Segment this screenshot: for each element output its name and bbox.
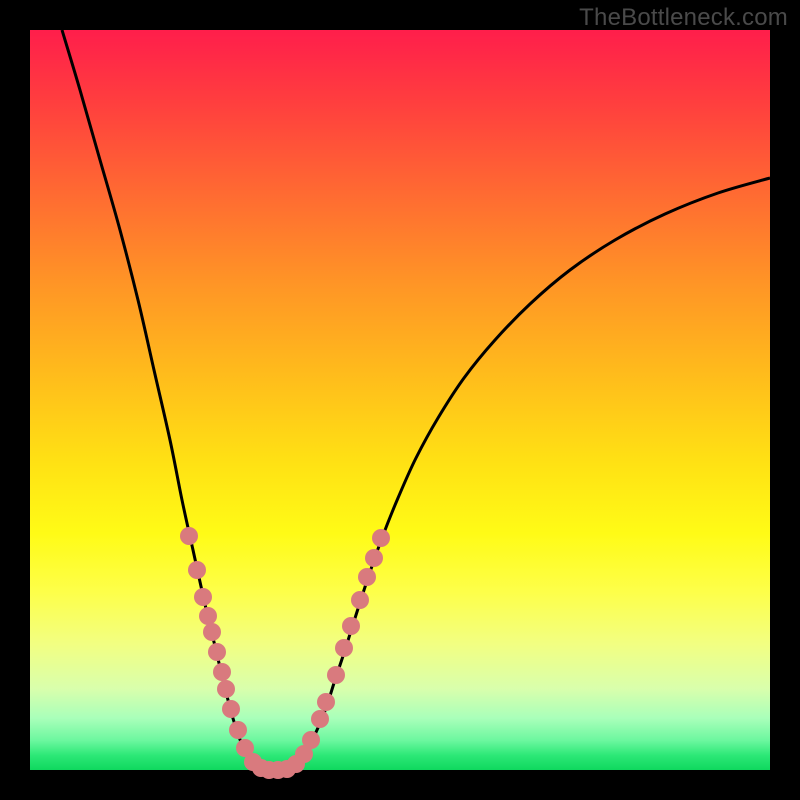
marker-group-left	[180, 527, 262, 771]
data-marker	[365, 549, 383, 567]
data-marker	[180, 527, 198, 545]
data-marker	[194, 588, 212, 606]
data-marker	[188, 561, 206, 579]
data-marker	[217, 680, 235, 698]
marker-group-right	[287, 529, 390, 773]
chart-frame: TheBottleneck.com	[0, 0, 800, 800]
data-marker	[372, 529, 390, 547]
data-marker	[302, 731, 320, 749]
data-marker	[358, 568, 376, 586]
plot-area	[30, 30, 770, 770]
data-marker	[317, 693, 335, 711]
data-marker	[351, 591, 369, 609]
data-marker	[208, 643, 226, 661]
data-marker	[311, 710, 329, 728]
data-marker	[229, 721, 247, 739]
data-marker	[199, 607, 217, 625]
data-marker	[342, 617, 360, 635]
chart-svg	[30, 30, 770, 770]
main-curve	[62, 30, 770, 770]
data-marker	[335, 639, 353, 657]
data-marker	[203, 623, 221, 641]
data-marker	[222, 700, 240, 718]
watermark-text: TheBottleneck.com	[579, 4, 788, 32]
data-marker	[213, 663, 231, 681]
data-marker	[327, 666, 345, 684]
